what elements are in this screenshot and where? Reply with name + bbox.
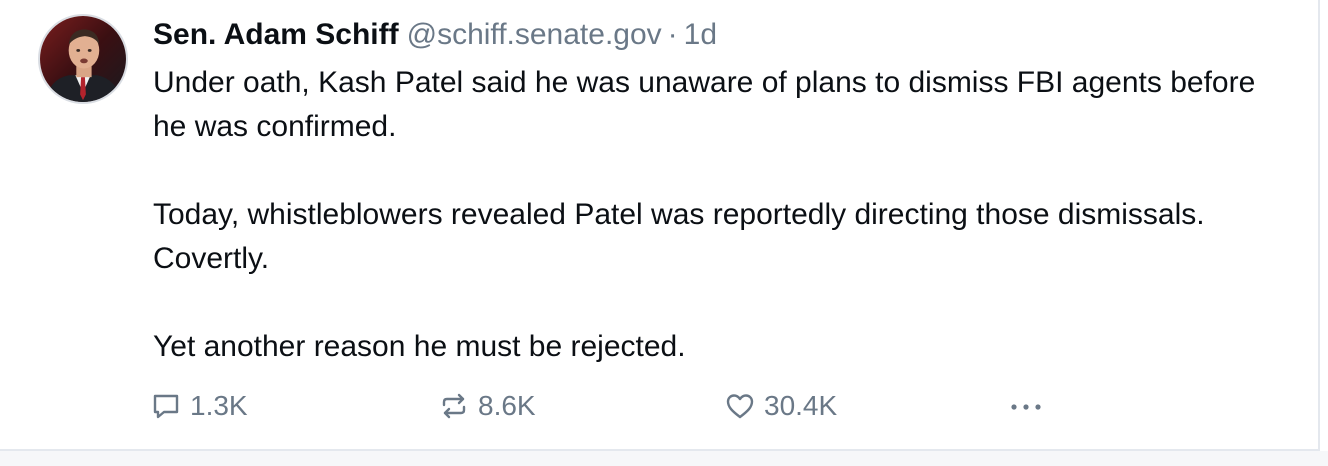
heart-icon — [726, 394, 754, 419]
post-card[interactable]: Sen. Adam Schiff @schiff.senate.gov · 1d Un… — [0, 0, 1320, 451]
timestamp[interactable]: 1d — [684, 18, 717, 51]
display-name[interactable]: Sen. Adam Schiff — [153, 18, 399, 51]
repost-count: 8.6K — [478, 390, 536, 421]
separator-dot: · — [667, 18, 678, 51]
handle[interactable]: @schiff.senate.gov — [407, 18, 662, 51]
post-paragraph: Yet another reason he must be rejected. — [153, 330, 686, 363]
more-icon — [1011, 404, 1041, 410]
reply-count: 1.3K — [190, 390, 248, 421]
post-paragraph: Under oath, Kash Patel said he was unawa… — [153, 66, 1256, 143]
like-count: 30.4K — [764, 390, 838, 421]
action-bar: 1.3K 8.6K 30.4K — [150, 386, 1070, 426]
reply-button[interactable]: 1.3K — [150, 386, 248, 426]
post-header: Sen. Adam Schiff @schiff.senate.gov · 1d — [153, 15, 717, 55]
more-options-button[interactable] — [1006, 386, 1046, 426]
post-paragraph: Today, whistleblowers revealed Patel was… — [153, 198, 1205, 275]
reply-icon — [153, 394, 179, 419]
repost-button[interactable]: 8.6K — [438, 386, 536, 426]
avatar-image — [40, 16, 126, 102]
post-text: Under oath, Kash Patel said he was unawa… — [153, 61, 1273, 369]
like-button[interactable]: 30.4K — [724, 386, 837, 426]
repost-icon — [442, 393, 466, 419]
feed-background — [0, 451, 1328, 466]
avatar[interactable] — [38, 14, 128, 104]
